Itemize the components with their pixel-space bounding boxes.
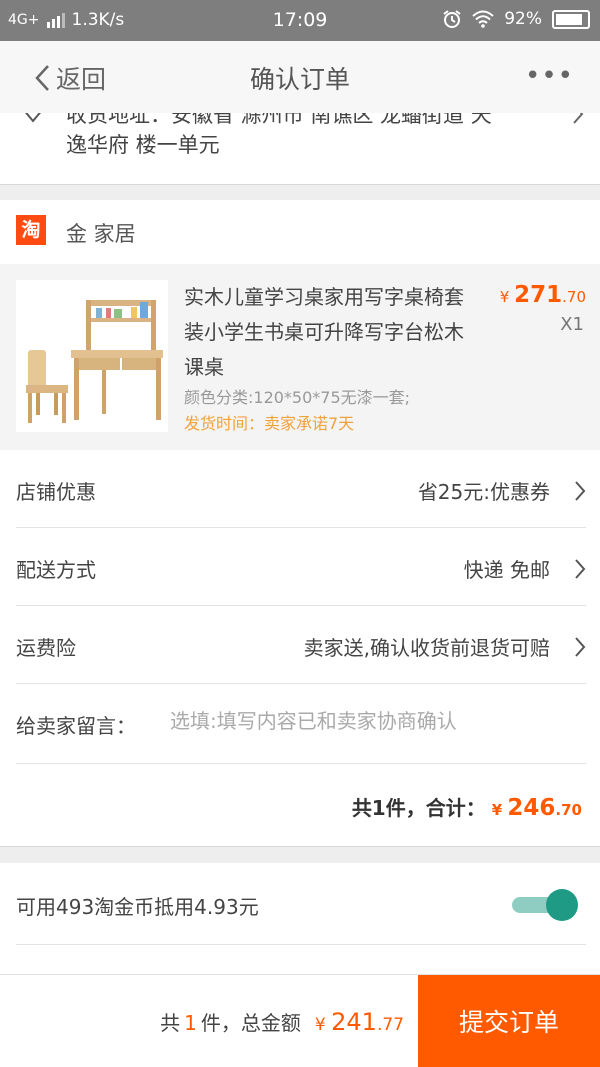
seller-message-input[interactable] xyxy=(170,709,570,733)
taobao-badge: 淘 xyxy=(16,215,46,245)
taobao-coins-label: 可用493淘金币抵用4.93元 xyxy=(16,895,259,919)
alarm-icon xyxy=(443,10,461,28)
shop-discount-value: 省25元:优惠券 xyxy=(417,480,550,504)
order-subtotal: 共1件，合计： ¥ 246.70 xyxy=(0,764,600,846)
page-title: 确认订单 xyxy=(249,65,350,94)
shop-name: 金 家居 xyxy=(66,222,136,246)
shop-header[interactable]: 淘 金 家居 xyxy=(0,200,600,264)
total-count: 1 xyxy=(184,1011,197,1035)
chevron-right-icon xyxy=(573,113,584,124)
address-section[interactable]: 收货地址：安徽省 滁州市 南谯区 龙蟠街道 天 逸华府 楼一单元 xyxy=(0,113,600,183)
subtotal-text: 共1件，合计： ¥ 246.70 xyxy=(352,792,582,821)
location-icon xyxy=(25,113,41,123)
chevron-right-icon xyxy=(575,481,586,501)
price-integer: 271 xyxy=(514,282,563,308)
subtotal-integer: 246 xyxy=(507,795,556,821)
more-menu-icon[interactable]: ••• xyxy=(525,61,574,91)
toggle-knob xyxy=(546,889,578,921)
desk-illustration xyxy=(26,300,163,423)
total-decimal: .77 xyxy=(376,1015,404,1035)
delivery-value: 快递 免邮 xyxy=(463,558,550,582)
shipping-insurance-label: 运费险 xyxy=(16,636,76,660)
total-prefix: 共 xyxy=(160,1011,181,1035)
taobao-coins-toggle[interactable] xyxy=(512,889,578,921)
taobao-coins-row: 可用493淘金币抵用4.93元 xyxy=(0,863,600,945)
status-right: 92% xyxy=(442,9,590,29)
subtotal-decimal: .70 xyxy=(555,801,582,819)
shipping-insurance-value: 卖家送,确认收货前退货可赔 xyxy=(303,636,550,660)
price-decimal: .70 xyxy=(562,288,586,306)
product-item[interactable]: 实木儿童学习桌家用写字桌椅套装小学生书桌可升降写字台松木课桌 颜色分类:120*… xyxy=(0,264,600,450)
total-amount: ¥ 241.77 xyxy=(315,1008,404,1036)
product-variant: 颜色分类:120*50*75无漆一套; xyxy=(184,388,411,407)
section-divider xyxy=(0,846,600,864)
delivery-row[interactable]: 配送方式 快递 免邮 xyxy=(0,528,600,606)
product-quantity: X1 xyxy=(560,314,584,335)
total-suffix: 件，总金额 xyxy=(200,1011,301,1035)
product-title: 实木儿童学习桌家用写字桌椅套装小学生书桌可升降写字台松木课桌 xyxy=(184,285,464,379)
delivery-label: 配送方式 xyxy=(16,558,96,582)
subtotal-label: 共1件，合计： xyxy=(351,796,486,820)
row-divider xyxy=(16,944,586,945)
product-price: ¥ 271.70 xyxy=(500,282,586,308)
wifi-icon xyxy=(472,10,494,28)
order-total: 共 1 件，总金额 ¥ 241.77 xyxy=(160,1007,404,1036)
address-line-1: 收货地址：安徽省 滁州市 南谯区 龙蟠街道 天 xyxy=(66,113,492,127)
nav-bar: 返回 确认订单 ••• xyxy=(0,41,600,113)
total-currency: ¥ xyxy=(314,1015,326,1035)
shop-discount-label: 店铺优惠 xyxy=(16,480,96,504)
shop-discount-row[interactable]: 店铺优惠 省25元:优惠券 xyxy=(0,450,600,528)
product-image xyxy=(16,280,168,432)
battery-percent: 92% xyxy=(504,9,542,29)
currency-symbol: ¥ xyxy=(499,288,510,306)
bottom-bar: 共 1 件，总金额 ¥ 241.77 提交订单 xyxy=(0,974,600,1067)
total-integer: 241 xyxy=(331,1008,377,1036)
address-line-2: 逸华府 楼一单元 xyxy=(66,133,220,157)
status-bar: 4G+ 1.3K/s 17:09 92% xyxy=(0,0,600,41)
chevron-right-icon xyxy=(575,637,586,657)
subtotal-currency: ¥ xyxy=(491,801,503,819)
subtotal-amount: ¥ 246.70 xyxy=(492,795,582,821)
chevron-right-icon xyxy=(575,559,586,579)
seller-message-row: 给卖家留言： xyxy=(0,684,600,764)
battery-icon xyxy=(552,9,590,29)
shipping-insurance-row[interactable]: 运费险 卖家送,确认收货前退货可赔 xyxy=(0,606,600,684)
section-divider xyxy=(0,184,600,200)
shipping-time: 发货时间：卖家承诺7天 xyxy=(184,414,355,433)
seller-message-label: 给卖家留言： xyxy=(16,714,136,738)
submit-order-button[interactable]: 提交订单 xyxy=(418,975,600,1067)
